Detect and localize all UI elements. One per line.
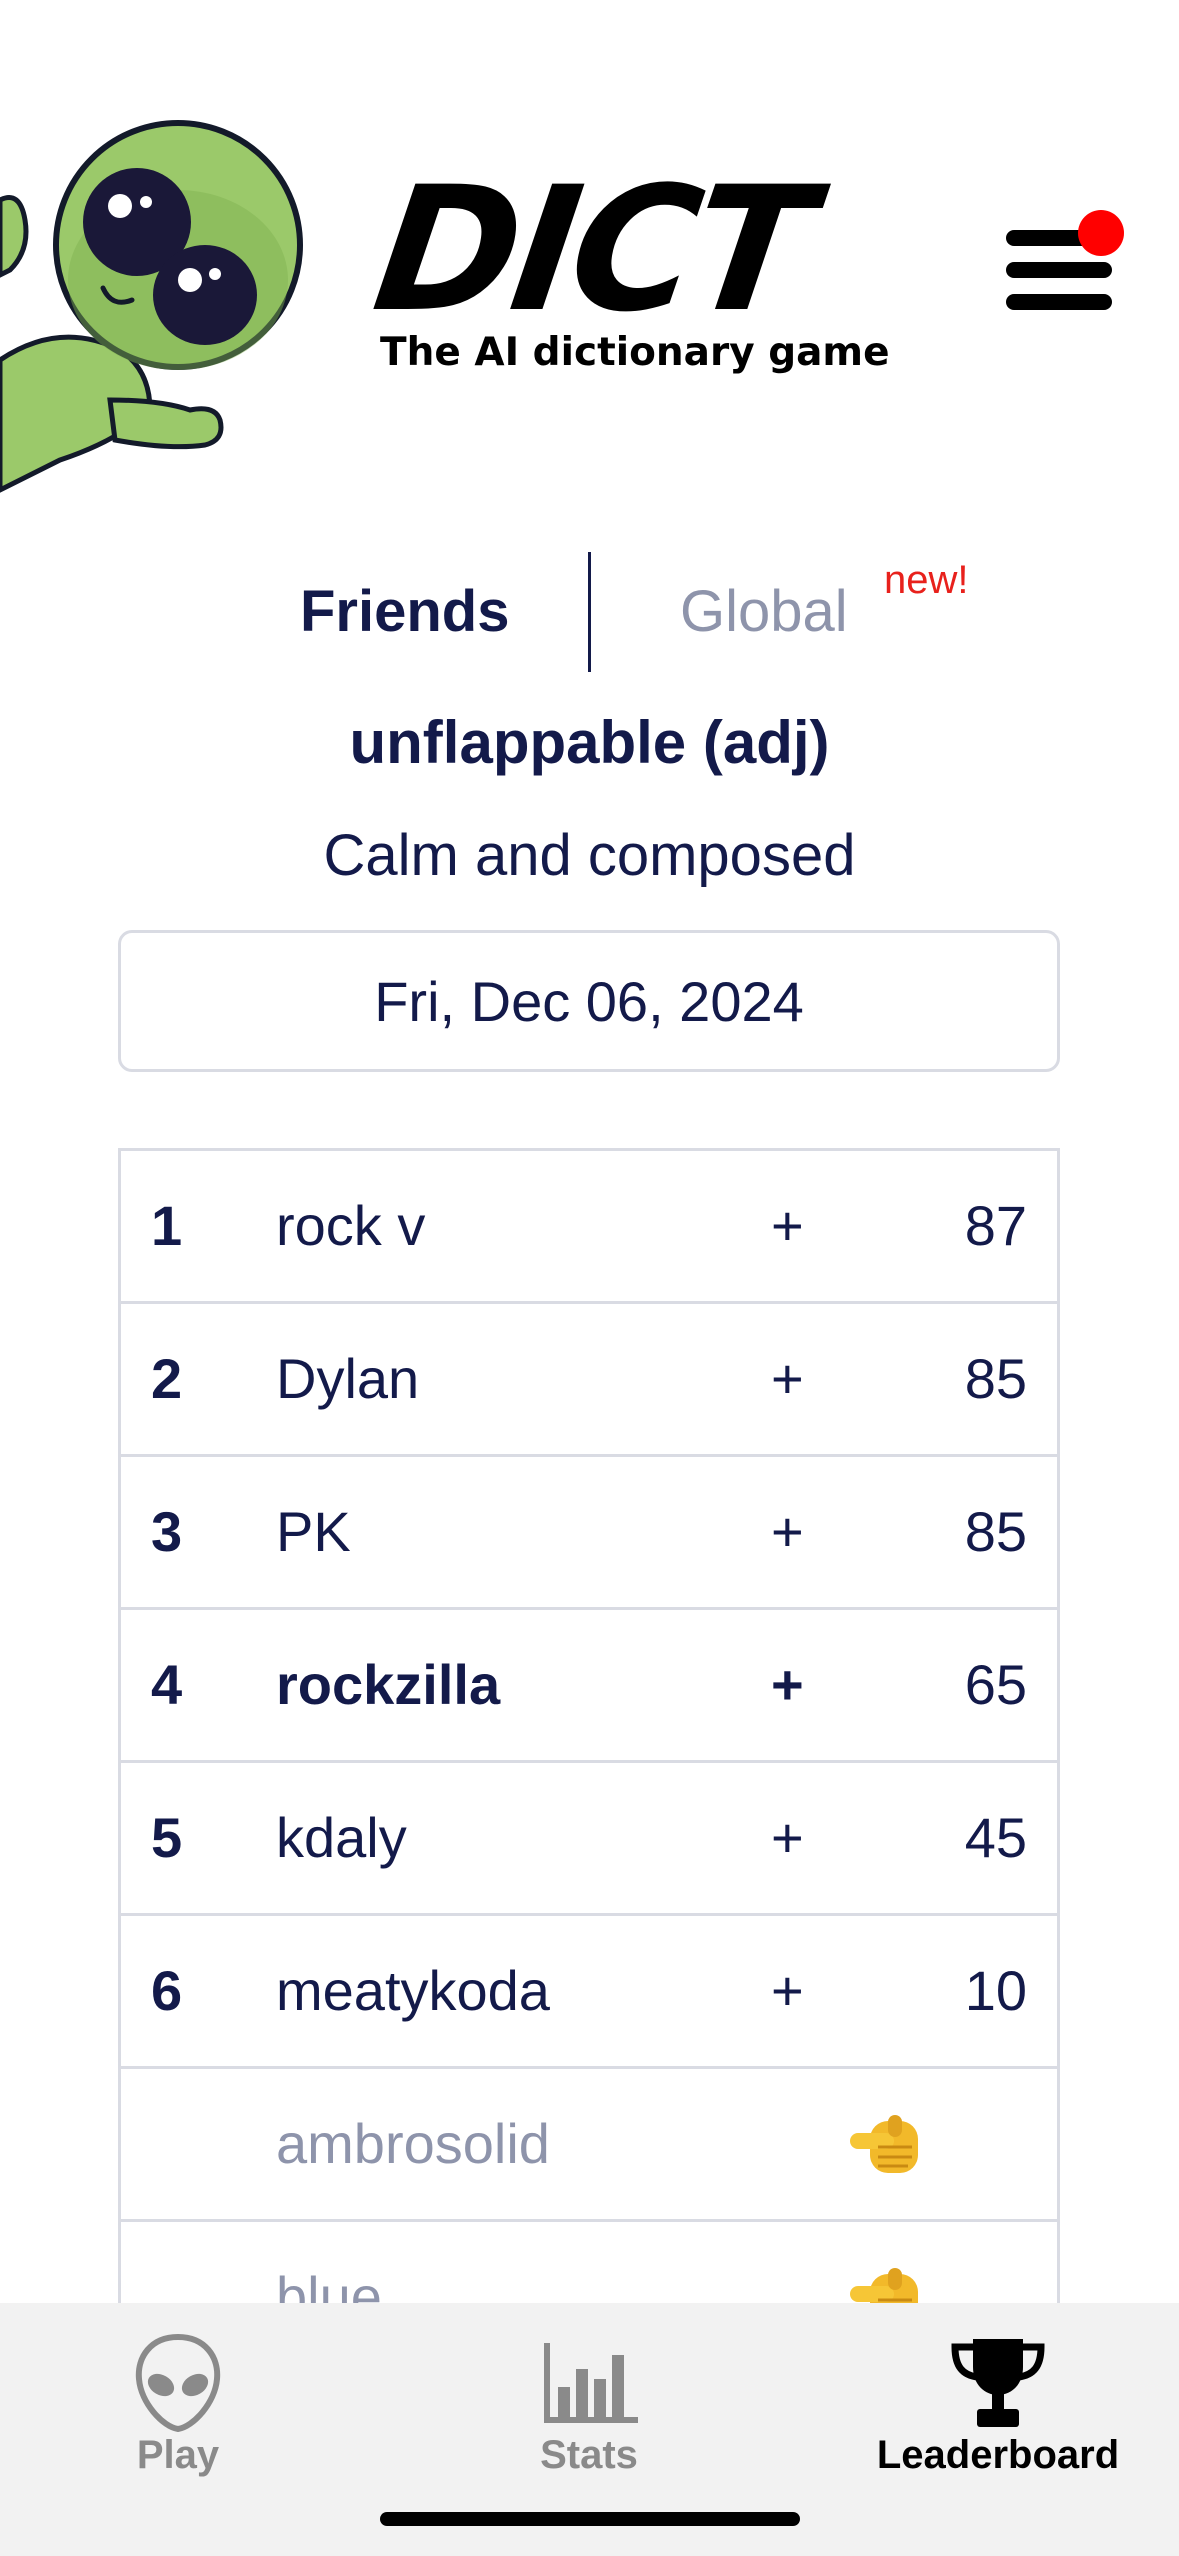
tab-friends[interactable]: Friends bbox=[300, 578, 510, 645]
player-name: rockzilla bbox=[276, 1653, 501, 1716]
new-badge: new! bbox=[884, 558, 969, 602]
score: 85 bbox=[964, 1347, 1027, 1410]
table-row: 6 meatykoda + 10 bbox=[121, 1916, 1057, 2069]
score: 85 bbox=[964, 1500, 1027, 1563]
nav-play-label: Play bbox=[136, 2433, 220, 2477]
date-label: Fri, Dec 06, 2024 bbox=[374, 969, 804, 1033]
leaderboard-table: 1 rock v + 87 2 Dylan + 85 3 PK + 85 4 r… bbox=[118, 1148, 1060, 2303]
expand-button[interactable]: + bbox=[771, 1304, 804, 1454]
player-name: rock v bbox=[276, 1194, 426, 1257]
table-row-pending: ambrosolid bbox=[121, 2069, 1057, 2222]
rank: 3 bbox=[151, 1500, 183, 1563]
dict-logo: DICT The AI dictionary game bbox=[364, 149, 898, 380]
expand-button[interactable]: + bbox=[771, 1916, 804, 2066]
player-name: kdaly bbox=[276, 1806, 407, 1869]
player-name: ambrosolid bbox=[276, 2112, 550, 2175]
puzzle-definition: Calm and composed bbox=[323, 823, 856, 888]
player-name: PK bbox=[276, 1500, 351, 1563]
logo-title: DICT bbox=[363, 149, 819, 350]
table-row: 5 kdaly + 45 bbox=[121, 1763, 1057, 1916]
rank: 6 bbox=[151, 1959, 183, 2022]
table-row: 3 PK + 85 bbox=[121, 1457, 1057, 1610]
expand-button[interactable]: + bbox=[771, 1610, 804, 1760]
player-name: meatykoda bbox=[276, 1959, 550, 2022]
leaderboard-tabs: Friends Global new! bbox=[0, 548, 1179, 673]
bar-chart-icon bbox=[544, 2343, 638, 2423]
rank: 5 bbox=[151, 1806, 183, 1869]
expand-button[interactable]: + bbox=[771, 1151, 804, 1301]
app-header: DICT The AI dictionary game bbox=[0, 0, 1179, 520]
alien-head-icon bbox=[135, 2333, 221, 2433]
expand-button[interactable]: + bbox=[771, 1763, 804, 1913]
tab-divider bbox=[588, 552, 591, 672]
table-row-pending: blue bbox=[121, 2222, 1057, 2303]
date-selector[interactable]: Fri, Dec 06, 2024 bbox=[118, 930, 1060, 1072]
home-indicator bbox=[380, 2512, 800, 2526]
nav-stats-label: Stats bbox=[540, 2433, 638, 2477]
expand-button[interactable]: + bbox=[771, 1457, 804, 1607]
rank: 2 bbox=[151, 1347, 183, 1410]
nav-play[interactable]: Play bbox=[18, 2325, 338, 2495]
score: 10 bbox=[964, 1959, 1027, 2022]
table-row: 2 Dylan + 85 bbox=[121, 1304, 1057, 1457]
tab-global[interactable]: Global bbox=[680, 578, 848, 645]
logo-subtitle: The AI dictionary game bbox=[380, 330, 890, 375]
rank: 1 bbox=[151, 1194, 183, 1257]
pointing-finger-icon[interactable] bbox=[848, 2264, 930, 2303]
notification-dot bbox=[1078, 210, 1124, 256]
pointing-finger-icon[interactable] bbox=[848, 2111, 930, 2181]
score: 87 bbox=[964, 1194, 1027, 1257]
score: 45 bbox=[964, 1806, 1027, 1869]
trophy-icon bbox=[951, 2339, 1045, 2427]
table-row-current-user: 4 rockzilla + 65 bbox=[121, 1610, 1057, 1763]
nav-leaderboard[interactable]: Leaderboard bbox=[838, 2325, 1158, 2495]
nav-leaderboard-label: Leaderboard bbox=[876, 2433, 1120, 2477]
score: 65 bbox=[964, 1653, 1027, 1716]
nav-stats[interactable]: Stats bbox=[429, 2325, 749, 2495]
player-name: blue bbox=[276, 2265, 382, 2303]
puzzle-word: unflappable (adj) bbox=[349, 709, 830, 776]
alien-mascot-icon bbox=[0, 120, 303, 493]
hamburger-menu-icon[interactable] bbox=[1000, 210, 1124, 330]
rank: 4 bbox=[151, 1653, 183, 1716]
player-name: Dylan bbox=[276, 1347, 420, 1410]
table-row: 1 rock v + 87 bbox=[121, 1151, 1057, 1304]
